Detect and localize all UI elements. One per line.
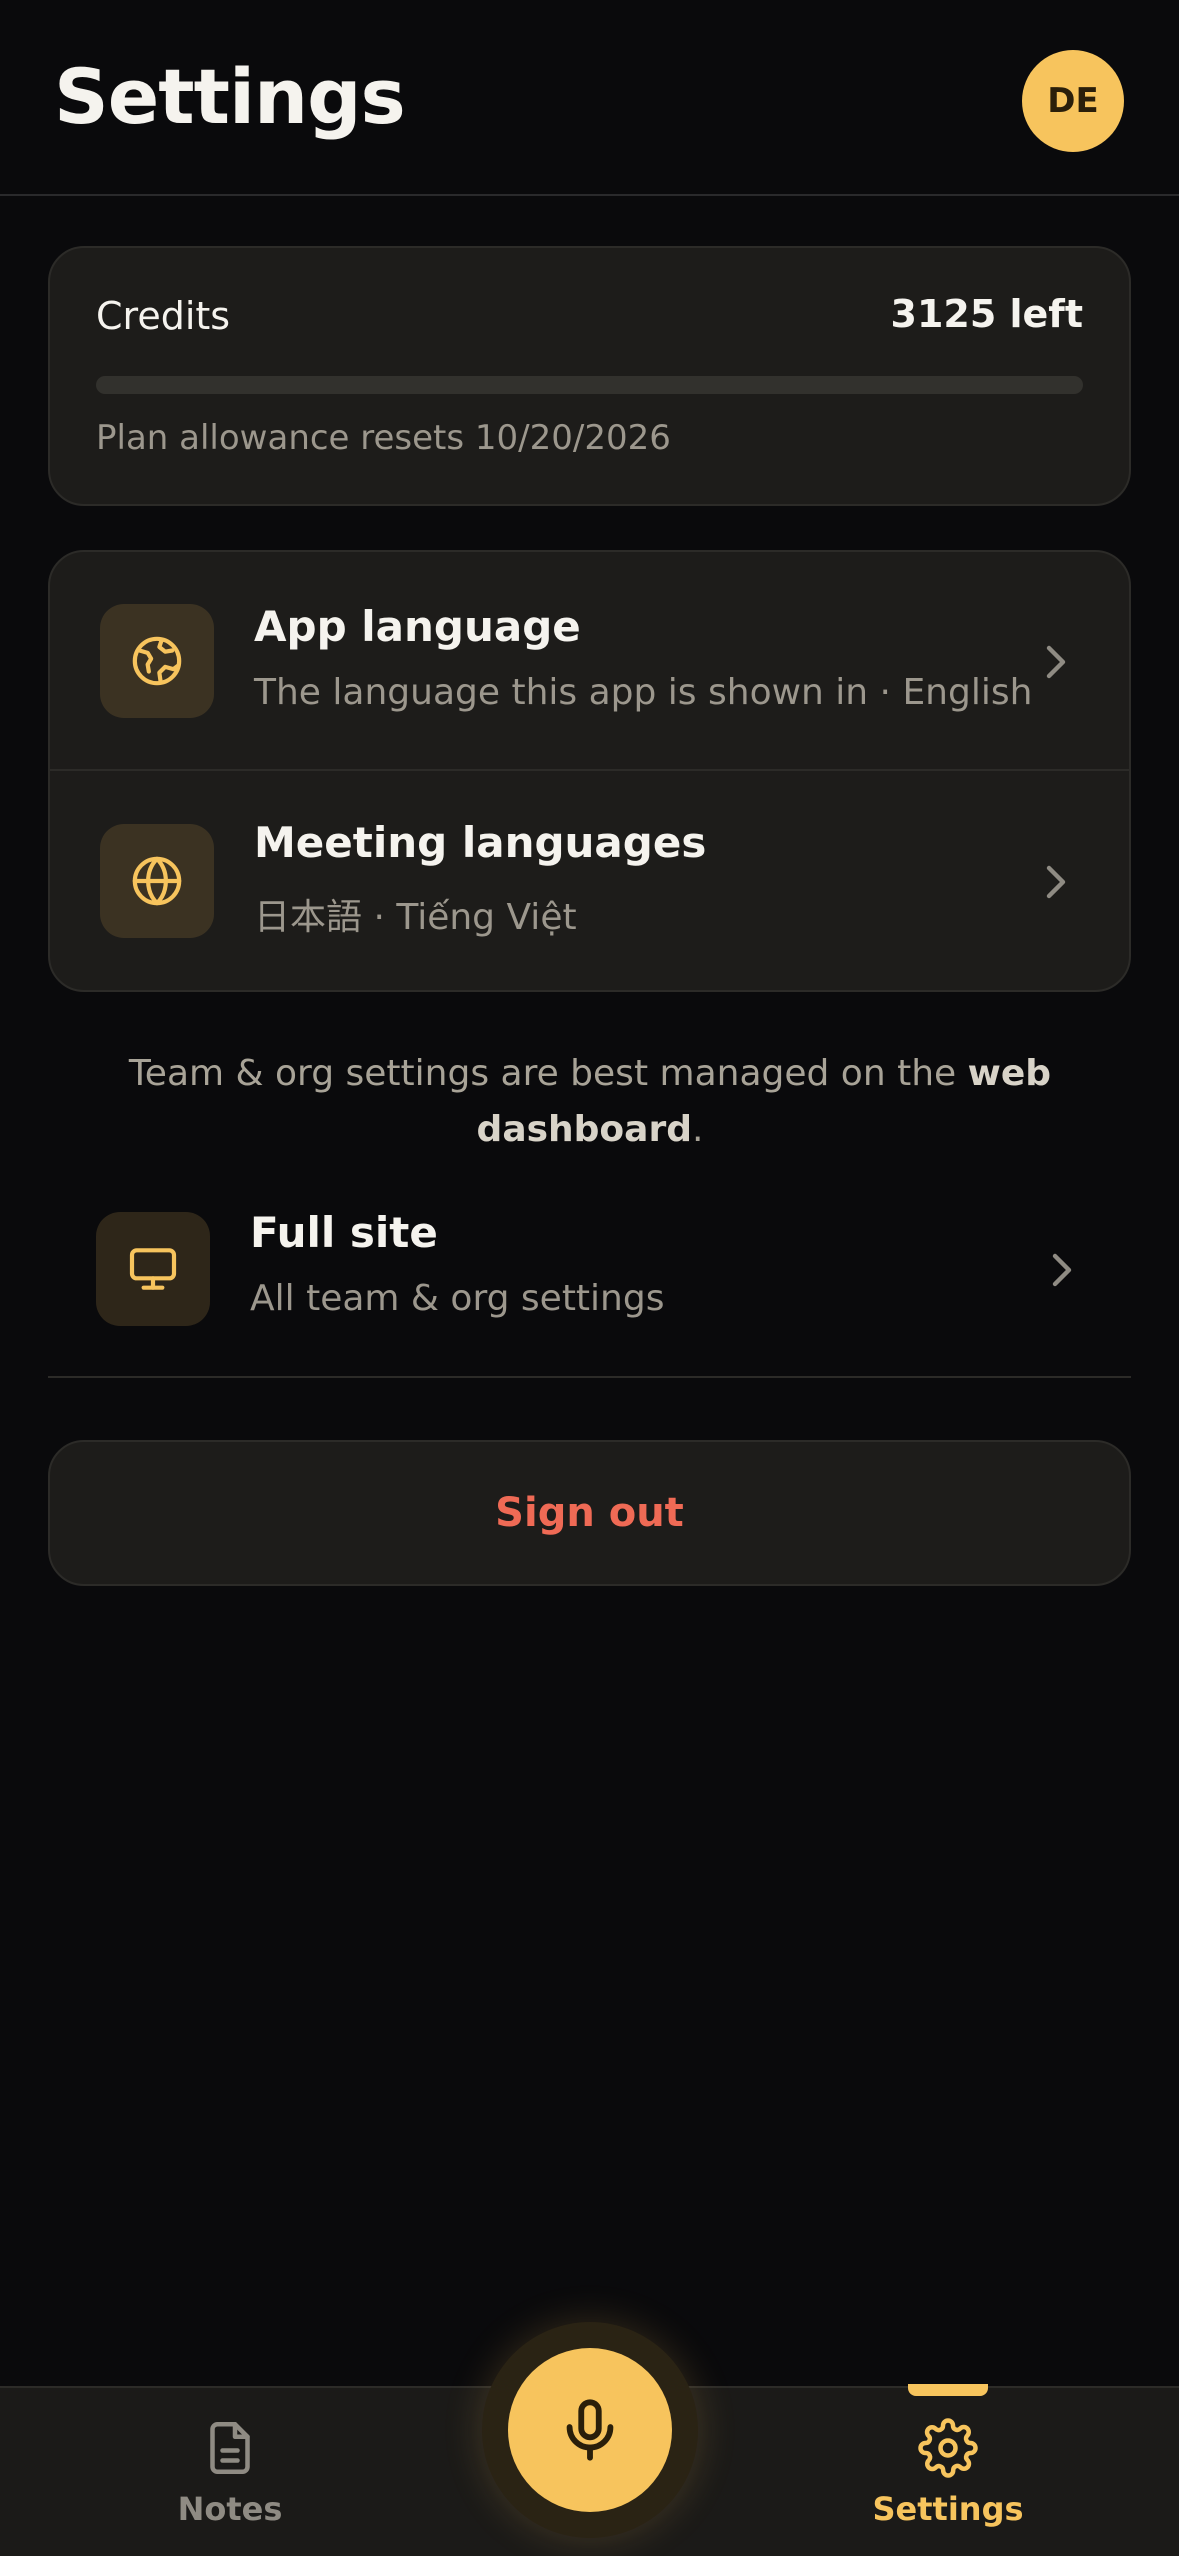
tab-notes-label: Notes [177,2490,283,2528]
sign-out-button[interactable]: Sign out [48,1440,1131,1586]
globe-icon [100,824,214,938]
chevron-right-icon [1052,1253,1072,1287]
gear-icon [918,2418,978,2478]
app-language-title: App language [254,602,581,651]
credits-progress-bar [96,376,1083,394]
page-title: Settings [54,52,406,141]
full-site-subtitle: All team & org settings [250,1278,665,1319]
tab-settings-label: Settings [872,2490,1024,2528]
earth-icon [100,604,214,718]
credits-reset-text: Plan allowance resets 10/20/2026 [96,418,671,458]
meeting-languages-title: Meeting languages [254,818,707,867]
active-tab-indicator [908,2384,988,2396]
microphone-icon [566,2399,614,2461]
app-language-subtitle: The language this app is shown in · Engl… [254,672,1033,713]
document-icon [210,2422,250,2474]
tab-notes[interactable]: Notes [130,2418,330,2528]
credits-card: Credits 3125 left Plan allowance resets … [48,246,1131,506]
meeting-languages-row[interactable]: Meeting languages 日本語 · Tiếng Việt [50,772,1129,990]
web-dashboard-note: Team & org settings are best managed on … [120,1046,1060,1158]
chevron-right-icon [1046,645,1066,679]
credits-remaining: 3125 left [890,292,1084,336]
chevron-right-icon [1046,865,1066,899]
note-prefix: Team & org settings are best managed on … [128,1053,968,1094]
full-site-row[interactable]: Full site All team & org settings [48,1196,1131,1378]
header: Settings DE [0,0,1179,196]
monitor-icon [96,1212,210,1326]
credits-label: Credits [96,294,231,338]
avatar[interactable]: DE [1022,50,1124,152]
language-settings-card: App language The language this app is sh… [48,550,1131,992]
record-button[interactable] [508,2348,672,2512]
tab-settings[interactable]: Settings [848,2418,1048,2528]
meeting-languages-subtitle: 日本語 · Tiếng Việt [254,897,577,938]
app-language-row[interactable]: App language The language this app is sh… [50,552,1129,771]
note-suffix: . [691,1109,704,1150]
full-site-title: Full site [250,1208,438,1257]
